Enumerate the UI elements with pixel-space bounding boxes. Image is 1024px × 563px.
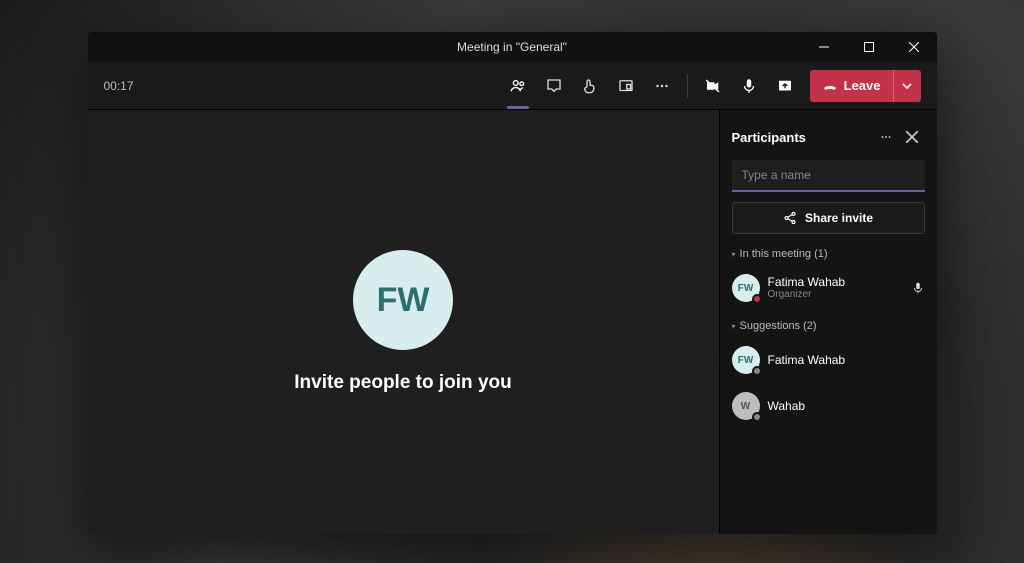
reactions-button[interactable] (573, 69, 607, 103)
caret-down-icon: ▾ (732, 250, 736, 259)
participant-role: Organizer (768, 289, 903, 301)
camera-toggle[interactable] (696, 69, 730, 103)
share-icon (783, 211, 797, 225)
maximize-button[interactable] (847, 32, 892, 62)
meeting-window: Meeting in "General" 00:17 (88, 32, 937, 534)
meeting-stage: FW Invite people to join you (88, 110, 719, 534)
meeting-timer: 00:17 (104, 79, 134, 93)
mic-toggle[interactable] (732, 69, 766, 103)
suggestion-avatar: FW (732, 346, 760, 374)
minimize-button[interactable] (802, 32, 847, 62)
share-invite-button[interactable]: Share invite (732, 202, 925, 234)
more-actions-button[interactable] (645, 69, 679, 103)
invite-prompt: Invite people to join you (294, 372, 511, 394)
chevron-down-icon (902, 81, 912, 91)
close-button[interactable] (892, 32, 937, 62)
share-invite-label: Share invite (805, 211, 873, 225)
suggestion-row[interactable]: W Wahab (732, 388, 925, 424)
participant-name: Fatima Wahab (768, 275, 903, 289)
participants-more-button[interactable] (873, 124, 899, 150)
suggestions-label: Suggestions (2) (740, 320, 817, 332)
suggestion-avatar: W (732, 392, 760, 420)
in-meeting-label: In this meeting (1) (740, 248, 828, 260)
share-screen-button[interactable] (768, 69, 802, 103)
toolbar-center-group (501, 69, 679, 103)
suggestions-section[interactable]: ▾ Suggestions (2) (732, 320, 925, 332)
chat-toggle[interactable] (537, 69, 571, 103)
participants-panel: Participants Share invite ▾ In this meet… (719, 110, 937, 534)
leave-label: Leave (844, 78, 881, 93)
toolbar-right-group (696, 69, 802, 103)
meeting-body: FW Invite people to join you Participant… (88, 110, 937, 534)
participants-header: Participants (732, 124, 925, 150)
meeting-toolbar: 00:17 (88, 62, 937, 110)
leave-button[interactable]: Leave (810, 70, 921, 102)
participant-row[interactable]: FW Fatima Wahab Organizer (732, 270, 925, 306)
presence-away-icon (752, 412, 762, 422)
suggestion-name: Wahab (768, 399, 925, 413)
suggestion-name: Fatima Wahab (768, 353, 925, 367)
presence-away-icon (752, 366, 762, 376)
titlebar: Meeting in "General" (88, 32, 937, 62)
leave-caret[interactable] (893, 70, 921, 102)
suggestion-row[interactable]: FW Fatima Wahab (732, 342, 925, 378)
mic-icon (911, 281, 925, 295)
participants-title: Participants (732, 130, 873, 145)
hangup-icon (822, 78, 838, 94)
self-avatar: FW (353, 250, 453, 350)
participants-toggle[interactable] (501, 69, 535, 103)
participants-close-button[interactable] (899, 124, 925, 150)
window-controls (802, 32, 937, 62)
leave-button-main[interactable]: Leave (810, 70, 893, 102)
invite-search-input[interactable] (732, 160, 925, 192)
presence-busy-icon (752, 294, 762, 304)
rooms-button[interactable] (609, 69, 643, 103)
in-meeting-section[interactable]: ▾ In this meeting (1) (732, 248, 925, 260)
caret-down-icon: ▾ (732, 322, 736, 331)
participant-avatar: FW (732, 274, 760, 302)
toolbar-divider (687, 74, 688, 98)
